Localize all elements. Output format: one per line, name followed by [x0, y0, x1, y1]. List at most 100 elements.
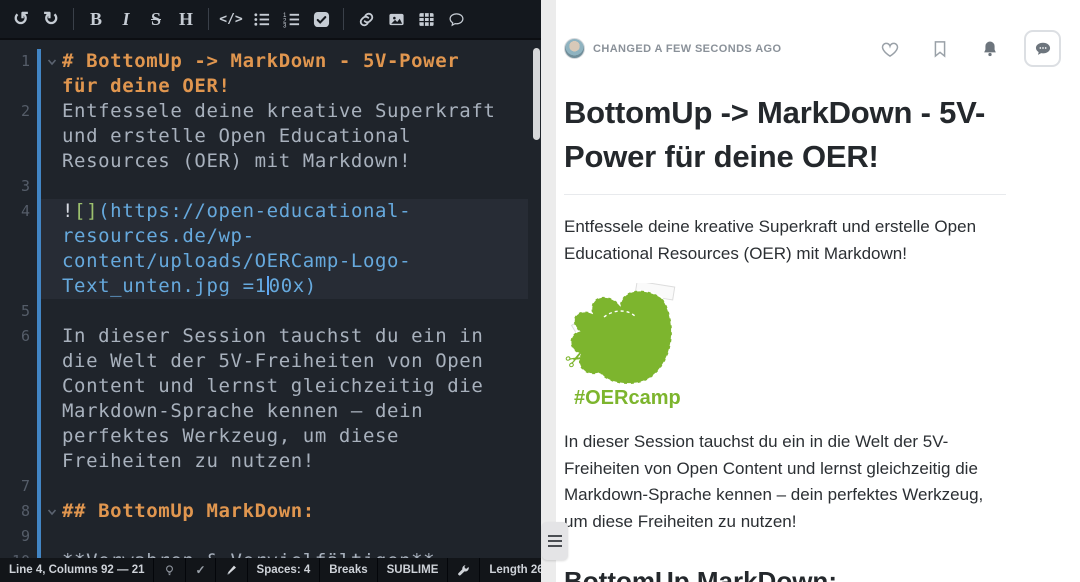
code-text[interactable]: und erstelle Open Educational	[62, 124, 411, 149]
table-icon[interactable]	[411, 4, 441, 34]
editor-line-row[interactable]: Content und lernst gleichzeitig die	[0, 374, 541, 399]
editor-line-row[interactable]: für deine OER!	[0, 74, 541, 99]
bold-icon[interactable]: B	[81, 4, 111, 34]
line-number[interactable]	[0, 249, 32, 274]
editor-line-row[interactable]: die Welt der 5V-Freiheiten von Open	[0, 349, 541, 374]
line-number[interactable]: 10	[0, 549, 32, 558]
code-text[interactable]: perfektes Werkzeug, um diese	[62, 424, 399, 449]
check-list-icon[interactable]	[306, 4, 336, 34]
comment-icon[interactable]	[441, 4, 471, 34]
line-body: content/uploads/OERCamp-Logo-	[41, 249, 528, 274]
cursor-position[interactable]: Line 4, Columns 92 — 21	[0, 558, 154, 582]
line-number[interactable]	[0, 149, 32, 174]
code-text[interactable]: Entfessele deine kreative Superkraft	[62, 99, 495, 124]
fold-chevron-icon[interactable]	[41, 49, 62, 74]
bookmark-icon[interactable]	[928, 37, 952, 61]
line-body	[41, 174, 528, 199]
redo-icon[interactable]: ↻	[36, 4, 66, 34]
oercamp-logo: ✂ #OERcamp	[564, 283, 694, 410]
heart-icon[interactable]	[878, 37, 902, 61]
code-text[interactable]: die Welt der 5V-Freiheiten von Open	[62, 349, 483, 374]
editor-line-row[interactable]: 10 **Verwahren & Vervielfältigen**	[0, 549, 541, 558]
editor-line-row[interactable]: 3	[0, 174, 541, 199]
lightbulb-icon[interactable]	[154, 558, 186, 582]
code-text[interactable]: ## BottomUp MarkDown:	[62, 499, 315, 524]
editor-line-row[interactable]: 4 ![](https://open-educational-	[0, 199, 541, 224]
brush-icon[interactable]	[216, 558, 248, 582]
line-number[interactable]: 5	[0, 299, 32, 324]
line-number[interactable]	[0, 274, 32, 299]
code-text[interactable]: In dieser Session tauchst du ein in	[62, 324, 483, 349]
comments-button[interactable]	[1024, 30, 1061, 67]
editor-line-row[interactable]: Freiheiten zu nutzen!	[0, 449, 541, 474]
code-text[interactable]: für deine OER!	[62, 74, 231, 99]
check-icon[interactable]: ✓	[186, 558, 215, 582]
line-number[interactable]	[0, 124, 32, 149]
code-text[interactable]: Markdown-Sprache kennen – dein	[62, 399, 423, 424]
line-number[interactable]	[0, 449, 32, 474]
code-text[interactable]: ![](https://open-educational-	[62, 199, 411, 224]
line-body	[41, 474, 528, 499]
numbered-list-icon[interactable]: 123	[276, 4, 306, 34]
editor-line-row[interactable]: 2 Entfessele deine kreative Superkraft	[0, 99, 541, 124]
keymap-setting[interactable]: SUBLIME	[378, 558, 449, 582]
editor-line-row[interactable]: 8 ## BottomUp MarkDown:	[0, 499, 541, 524]
line-body: ## BottomUp MarkDown:	[41, 499, 528, 524]
line-number[interactable]: 9	[0, 524, 32, 549]
link-icon[interactable]	[351, 4, 381, 34]
line-number[interactable]	[0, 349, 32, 374]
code-text[interactable]: **Verwahren & Vervielfältigen**	[62, 549, 435, 558]
bullet-list-icon[interactable]	[246, 4, 276, 34]
code-text[interactable]: Content und lernst gleichzeitig die	[62, 374, 483, 399]
line-number[interactable]: 8	[0, 499, 32, 524]
line-number[interactable]: 4	[0, 199, 32, 224]
line-number[interactable]	[0, 424, 32, 449]
line-number[interactable]: 7	[0, 474, 32, 499]
doc-length[interactable]: Length 2644	[480, 558, 541, 582]
line-number[interactable]	[0, 224, 32, 249]
line-number[interactable]: 3	[0, 174, 32, 199]
code-text[interactable]: Freiheiten zu nutzen!	[62, 449, 315, 474]
breaks-setting[interactable]: Breaks	[320, 558, 377, 582]
image-icon[interactable]	[381, 4, 411, 34]
fold-chevron-icon[interactable]	[41, 499, 62, 524]
fold-spacer	[41, 324, 62, 349]
wrench-icon[interactable]	[448, 558, 480, 582]
editor-line-row[interactable]: perfektes Werkzeug, um diese	[0, 424, 541, 449]
undo-icon[interactable]: ↺	[6, 4, 36, 34]
editor-line-row[interactable]: 1 # BottomUp -> MarkDown - 5V-Power	[0, 49, 541, 74]
line-number[interactable]	[0, 74, 32, 99]
editor-line-row[interactable]: Markdown-Sprache kennen – dein	[0, 399, 541, 424]
bell-icon[interactable]	[978, 37, 1002, 61]
editor-line-row[interactable]: und erstelle Open Educational	[0, 124, 541, 149]
code-text[interactable]: content/uploads/OERCamp-Logo-	[62, 249, 411, 274]
editor-scrollbar[interactable]	[533, 48, 540, 140]
code-text[interactable]: resources.de/wp-	[62, 224, 255, 249]
code-text[interactable]: Resources (OER) mit Markdown!	[62, 149, 411, 174]
line-number[interactable]	[0, 374, 32, 399]
split-drag-handle[interactable]	[542, 522, 568, 560]
editor-line-row[interactable]: 9	[0, 524, 541, 549]
editor-line-row[interactable]: 5	[0, 299, 541, 324]
italic-icon[interactable]: I	[111, 4, 141, 34]
code-segment: Text_unten.jpg =1	[62, 275, 267, 297]
avatar[interactable]	[564, 38, 585, 59]
editor-line-row[interactable]: 6 In dieser Session tauchst du ein in	[0, 324, 541, 349]
heading-icon[interactable]: H	[171, 4, 201, 34]
editor-line-row[interactable]: resources.de/wp-	[0, 224, 541, 249]
strikethrough-icon[interactable]: S	[141, 4, 171, 34]
code-text[interactable]: # BottomUp -> MarkDown - 5V-Power	[62, 49, 459, 74]
code-text[interactable]: Text_unten.jpg =100x)	[62, 274, 317, 299]
line-number[interactable]: 2	[0, 99, 32, 124]
editor-line-row[interactable]: content/uploads/OERCamp-Logo-	[0, 249, 541, 274]
editor-line-row[interactable]: Text_unten.jpg =100x)	[0, 274, 541, 299]
spaces-setting[interactable]: Spaces: 4	[248, 558, 321, 582]
code-icon[interactable]: </>	[216, 4, 246, 34]
line-number[interactable]	[0, 399, 32, 424]
line-number[interactable]: 1	[0, 49, 32, 74]
editor-line-row[interactable]: 7	[0, 474, 541, 499]
code-area[interactable]: 1 # BottomUp -> MarkDown - 5V-Powerfür de…	[0, 40, 541, 558]
editor-line-row[interactable]: Resources (OER) mit Markdown!	[0, 149, 541, 174]
split-divider[interactable]	[541, 0, 556, 582]
line-number[interactable]: 6	[0, 324, 32, 349]
